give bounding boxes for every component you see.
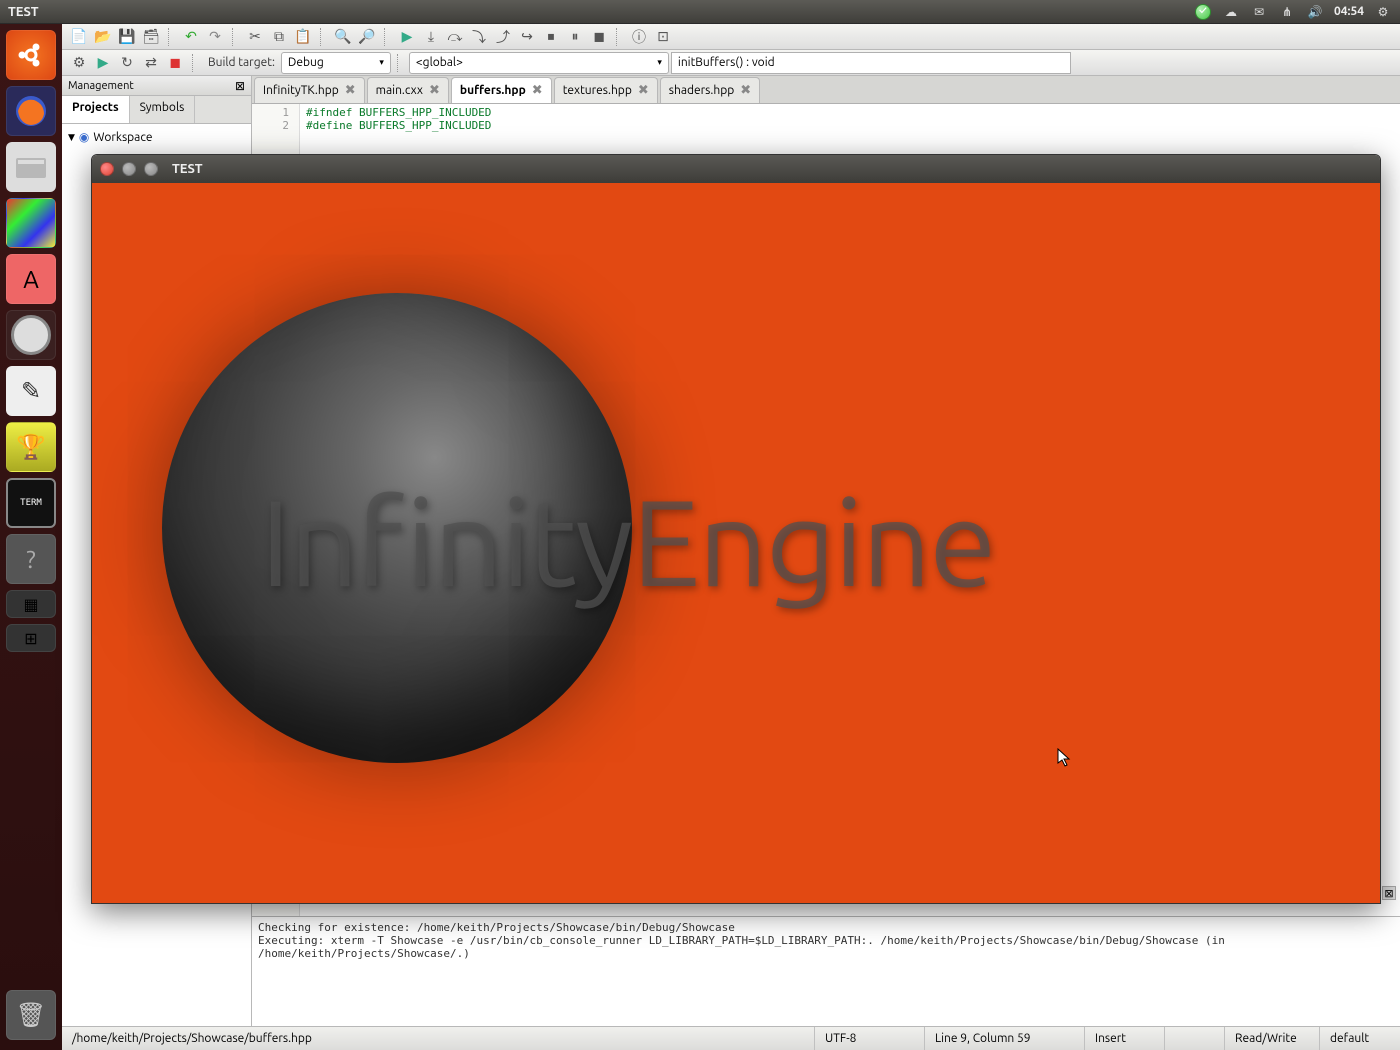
sync-status-icon[interactable] bbox=[1194, 3, 1212, 21]
close-icon[interactable]: ⊠ bbox=[235, 79, 245, 93]
debug-run-icon[interactable]: ⤓ bbox=[420, 27, 442, 47]
editor-tab[interactable]: InfinityTK.hpp✖ bbox=[254, 77, 365, 103]
management-header: Management ⊠ bbox=[62, 76, 251, 96]
clock[interactable]: 04:54 bbox=[1334, 5, 1364, 18]
window-close-button[interactable] bbox=[100, 162, 114, 176]
build-target-label: Build target: bbox=[208, 56, 275, 69]
close-icon[interactable]: ✖ bbox=[429, 83, 440, 98]
management-tabs: Projects Symbols bbox=[62, 96, 251, 124]
close-icon[interactable]: ✖ bbox=[532, 83, 543, 98]
launcher-app-icon-2[interactable]: A bbox=[6, 254, 56, 304]
status-filepath: /home/keith/Projects/Showcase/buffers.hp… bbox=[62, 1027, 815, 1050]
close-icon[interactable]: ✖ bbox=[740, 83, 751, 98]
build-all-icon[interactable]: ⇄ bbox=[140, 53, 162, 73]
mail-icon[interactable]: ✉ bbox=[1250, 3, 1268, 21]
editor-tab[interactable]: main.cxx✖ bbox=[367, 77, 449, 103]
launcher-firefox-icon[interactable] bbox=[6, 86, 56, 136]
chevron-down-icon: ▾ bbox=[657, 57, 662, 68]
app-window-title: TEST bbox=[172, 162, 203, 176]
build-log[interactable]: Checking for existence: /home/keith/Proj… bbox=[252, 916, 1400, 1026]
chevron-down-icon: ▼ bbox=[68, 132, 75, 143]
status-blank bbox=[1165, 1027, 1225, 1050]
launcher-app-icon-4[interactable]: 🏆 bbox=[6, 422, 56, 472]
step-out-icon[interactable]: ⤴ bbox=[492, 27, 514, 47]
close-icon[interactable]: ⊠ bbox=[1382, 886, 1396, 900]
editor-tab-active[interactable]: buffers.hpp✖ bbox=[451, 77, 552, 103]
step-over-icon[interactable]: ⤼ bbox=[444, 27, 466, 47]
launcher-editor-icon[interactable]: ✎ bbox=[6, 366, 56, 416]
app-titlebar[interactable]: TEST bbox=[92, 155, 1380, 183]
cursor-icon bbox=[1057, 748, 1071, 768]
top-panel: TEST ☁ ✉ ⋔ 🔊 04:54 ⚙ bbox=[0, 0, 1400, 24]
break-icon[interactable]: ⏹ bbox=[540, 27, 562, 47]
build-target-select[interactable]: Debug ▾ bbox=[281, 52, 391, 74]
status-profile: default bbox=[1320, 1027, 1400, 1050]
launcher-app-icon-3[interactable] bbox=[6, 310, 56, 360]
launcher-app-icon-1[interactable] bbox=[6, 198, 56, 248]
launcher-terminal-icon[interactable]: TERM bbox=[6, 478, 56, 528]
toggle-icon[interactable]: ⊡ bbox=[652, 27, 674, 47]
system-tray: ☁ ✉ ⋔ 🔊 04:54 ⚙ bbox=[1194, 3, 1392, 21]
build-toolbar: ⚙ ▶ ↻ ⇄ ◼ Build target: Debug ▾ <global>… bbox=[62, 50, 1400, 76]
close-icon[interactable]: ✖ bbox=[345, 83, 356, 98]
volume-icon[interactable]: 🔊 bbox=[1306, 3, 1324, 21]
step-into-icon[interactable]: ⤵ bbox=[468, 27, 490, 47]
launcher-trash-icon[interactable]: 🗑 bbox=[6, 990, 56, 1040]
main-toolbar: 📄 📂 💾 🗃 ↶ ↷ ✂ ⧉ 📋 🔍 🔎 ▶ ⤓ ⤼ ⤵ ⤴ ↪ ⏹ ⏸ ◼ … bbox=[62, 24, 1400, 50]
continue-icon[interactable]: ↪ bbox=[516, 27, 538, 47]
network-icon[interactable]: ⋔ bbox=[1278, 3, 1296, 21]
replace-icon[interactable]: 🔎 bbox=[356, 27, 378, 47]
stop-icon[interactable]: ◼ bbox=[588, 27, 610, 47]
app-viewport[interactable]: InfinityEngine bbox=[92, 183, 1380, 903]
log-line: Checking for existence: /home/keith/Proj… bbox=[258, 921, 1394, 934]
find-icon[interactable]: 🔍 bbox=[332, 27, 354, 47]
run-icon[interactable]: ▶ bbox=[396, 27, 418, 47]
cut-icon[interactable]: ✂ bbox=[244, 27, 266, 47]
cloud-icon[interactable]: ☁ bbox=[1222, 3, 1240, 21]
log-line: Executing: xterm -T Showcase -e /usr/bin… bbox=[258, 934, 1394, 960]
status-mode: Insert bbox=[1085, 1027, 1165, 1050]
undo-icon[interactable]: ↶ bbox=[180, 27, 202, 47]
workspace-icon: ◉ bbox=[79, 130, 89, 144]
redo-icon[interactable]: ↷ bbox=[204, 27, 226, 47]
app-window: TEST InfinityEngine bbox=[91, 154, 1381, 904]
window-minimize-button[interactable] bbox=[122, 162, 136, 176]
new-file-icon[interactable]: 📄 bbox=[68, 27, 90, 47]
scope-select[interactable]: <global> ▾ bbox=[409, 52, 669, 74]
pause-icon[interactable]: ⏸ bbox=[564, 27, 586, 47]
open-file-icon[interactable]: 📂 bbox=[92, 27, 114, 47]
function-field[interactable]: initBuffers() : void bbox=[671, 52, 1071, 74]
tab-symbols[interactable]: Symbols bbox=[130, 96, 196, 123]
close-icon[interactable]: ✖ bbox=[638, 83, 649, 98]
status-encoding: UTF-8 bbox=[815, 1027, 925, 1050]
build-run-icon[interactable]: ▶ bbox=[92, 53, 114, 73]
editor-tabs: InfinityTK.hpp✖ main.cxx✖ buffers.hpp✖ t… bbox=[252, 76, 1400, 104]
tree-workspace[interactable]: ▼ ◉ Workspace bbox=[68, 128, 245, 146]
launcher-files-icon[interactable] bbox=[6, 142, 56, 192]
rebuild-icon[interactable]: ↻ bbox=[116, 53, 138, 73]
tab-projects[interactable]: Projects bbox=[62, 96, 130, 123]
chevron-down-icon: ▾ bbox=[379, 57, 384, 68]
unity-launcher: A ✎ 🏆 TERM ? ▦ ⊞ 🗑 bbox=[0, 24, 62, 1050]
copy-icon[interactable]: ⧉ bbox=[268, 27, 290, 47]
info-icon[interactable]: ⓘ bbox=[628, 27, 650, 47]
panel-title: TEST bbox=[8, 5, 1194, 19]
editor-tab[interactable]: textures.hpp✖ bbox=[554, 77, 658, 103]
launcher-help-icon[interactable]: ? bbox=[6, 534, 56, 584]
launcher-expo-icon[interactable]: ▦ bbox=[6, 590, 56, 618]
status-access: Read/Write bbox=[1225, 1027, 1320, 1050]
build-icon[interactable]: ⚙ bbox=[68, 53, 90, 73]
paste-icon[interactable]: 📋 bbox=[292, 27, 314, 47]
status-bar: /home/keith/Projects/Showcase/buffers.hp… bbox=[62, 1026, 1400, 1050]
power-icon[interactable]: ⚙ bbox=[1374, 3, 1392, 21]
status-position: Line 9, Column 59 bbox=[925, 1027, 1085, 1050]
save-all-icon[interactable]: 🗃 bbox=[140, 27, 162, 47]
launcher-dash-icon[interactable] bbox=[6, 30, 56, 80]
window-maximize-button[interactable] bbox=[144, 162, 158, 176]
save-icon[interactable]: 💾 bbox=[116, 27, 138, 47]
launcher-workspace-icon[interactable]: ⊞ bbox=[6, 624, 56, 652]
abort-icon[interactable]: ◼ bbox=[164, 53, 186, 73]
editor-tab[interactable]: shaders.hpp✖ bbox=[660, 77, 760, 103]
engine-logo-text: InfinityEngine bbox=[260, 473, 995, 610]
